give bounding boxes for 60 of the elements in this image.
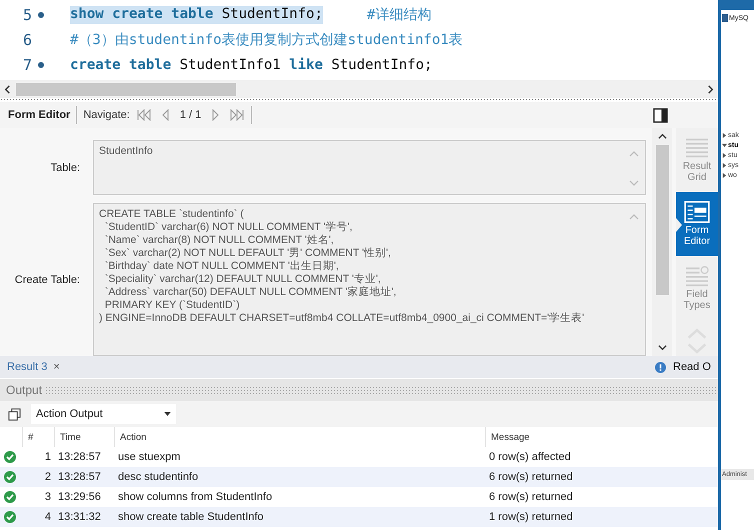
form-icon — [684, 200, 710, 223]
table-cell-text: show create table StudentInfo — [117, 511, 265, 523]
statement-dot-icon — [38, 12, 44, 18]
sql-identifier: StudentInfo; — [213, 6, 323, 24]
dropdown-caret-icon — [164, 412, 171, 416]
scroll-down-icon[interactable] — [658, 343, 666, 352]
table-cell-text: 13:28:57 — [57, 471, 102, 483]
field-label: Create Table: — [14, 274, 80, 286]
result-tab[interactable]: Result 3 × — [7, 361, 60, 373]
table-cell-text: desc studentinfo — [117, 471, 200, 483]
sql-comment: #详细结构 — [366, 6, 432, 24]
table-cell-text: 1 — [44, 451, 52, 463]
text-area[interactable]: CREATE TABLE `studentinfo` ( `StudentID` varchar(6) NOT NULL COMMENT '学号', `Name` varchar(8) NOT NULL COMMENT '姓名', `Sex` varchar(2) NOT NULL DEFAULT '男' COMMENT '性别', `Birthday` date NOT NULL COMMENT '出生日期', `Speciality` varchar(12) DEFAULT NULL COMMENT '专业', `Address` varchar(50) DEFAULT NULL COMMENT '家庭地址', PRIMARY KEY (`StudentID`) ) ENGINE=InnoDB DEFAULT CHARSET=utf8mb4 COLLATE=utf8mb4_0900_ai_ci COMMENT='学生表' — [93, 203, 646, 356]
navigate-label: Navigate: — [83, 109, 130, 121]
table-cell-text: 2 — [44, 471, 52, 483]
sql-identifier: StudentInfo1 — [178, 56, 282, 72]
page-indicator: 1 / 1 — [180, 109, 202, 121]
scroll-up-icon[interactable] — [658, 132, 666, 141]
view-tab[interactable]: Form Editor — [676, 192, 718, 256]
last-record-icon[interactable] — [229, 109, 246, 121]
first-record-icon[interactable] — [136, 109, 152, 121]
scroll-right-icon[interactable] — [706, 84, 715, 94]
panel-toggle-icon[interactable] — [653, 108, 668, 122]
output-type-dropdown[interactable]: Action Output — [31, 404, 176, 424]
field-label: Table: — [50, 162, 80, 174]
table-cell-text: 3 — [44, 491, 52, 503]
table-cell-text: 13:29:56 — [57, 491, 102, 503]
info-icon — [655, 362, 666, 372]
table-cell-text: show columns from StudentInfo — [117, 491, 274, 503]
table-cell-text: 6 row(s) returned — [488, 491, 574, 503]
scroll-left-icon[interactable] — [3, 84, 12, 94]
horizontal-scrollbar[interactable] — [0, 80, 718, 98]
grid-icon — [684, 136, 710, 159]
success-icon — [4, 471, 16, 483]
sql-comment: #（3）由studentinfo表使用复制方式创建studentinfo1表 — [70, 30, 463, 48]
table-cell-text: use stuexpm — [117, 451, 182, 463]
sql-keyword: show create table — [70, 6, 214, 24]
success-icon — [4, 451, 16, 463]
table-cell-text: 13:31:32 — [57, 511, 102, 523]
toolbar-title: Form Editor — [8, 109, 70, 121]
line-number: 5 — [22, 6, 32, 24]
table-cell-text: 0 row(s) affected — [488, 451, 572, 463]
vertical-scrollbar[interactable] — [652, 128, 672, 356]
table-cell-text: 4 — [44, 511, 52, 523]
field-list-icon — [684, 264, 710, 287]
table-cell-text: 13:28:57 — [57, 451, 102, 463]
table-cell-text: 1 row(s) returned — [488, 511, 574, 523]
line-number: 6 — [22, 30, 32, 48]
sql-identifier: StudentInfo; — [330, 56, 432, 72]
sql-keyword: create table — [70, 56, 172, 72]
line-number: 7 — [22, 56, 32, 74]
success-icon — [4, 491, 16, 503]
statement-dot-icon — [38, 62, 44, 68]
status-text: Read O — [673, 361, 712, 373]
app-icon — [722, 14, 728, 22]
panel-title: Output — [6, 383, 42, 397]
sql-keyword: like — [289, 56, 323, 72]
success-icon — [4, 511, 16, 523]
copy-icon[interactable] — [8, 408, 21, 420]
table-cell-text: 6 row(s) returned — [488, 471, 574, 483]
